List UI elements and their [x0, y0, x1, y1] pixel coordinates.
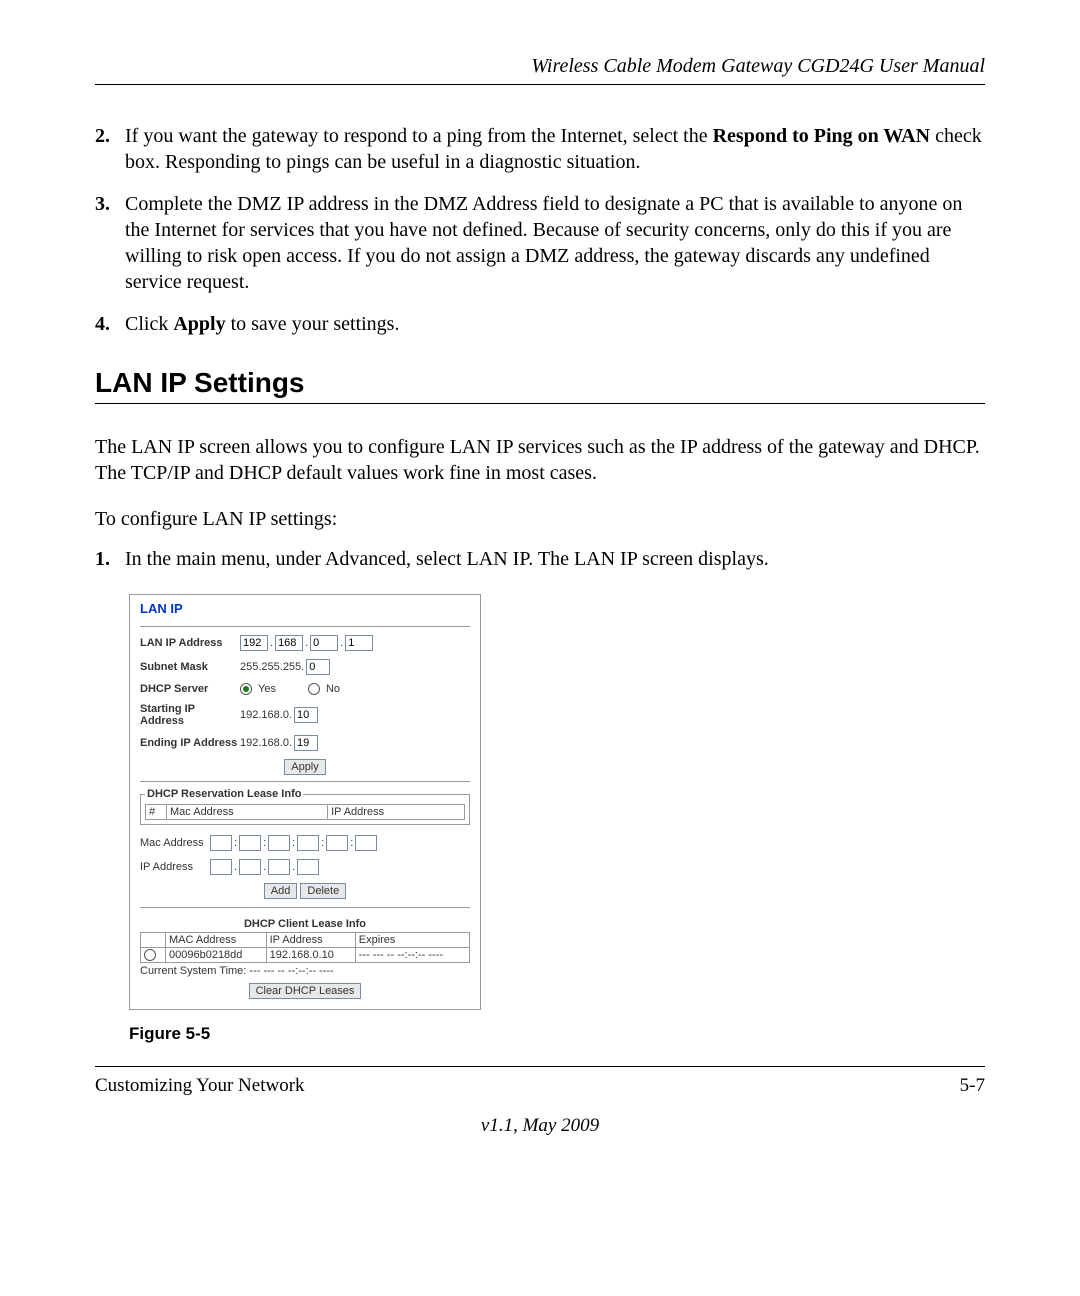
- subnet-mask-label: Subnet Mask: [140, 661, 240, 673]
- apply-button[interactable]: Apply: [284, 759, 326, 775]
- step-text: If you want the gateway to respond to a …: [125, 123, 985, 175]
- ip-octet-2[interactable]: [275, 635, 303, 651]
- ip-input[interactable]: [268, 859, 290, 875]
- table-row: 00096b0218dd 192.168.0.10 --- --- -- --:…: [141, 948, 470, 963]
- step-text: Complete the DMZ IP address in the DMZ A…: [125, 191, 985, 295]
- mask-last-input[interactable]: [306, 659, 330, 675]
- radio-yes[interactable]: [240, 683, 252, 695]
- footer-left: Customizing Your Network: [95, 1075, 305, 1097]
- radio-no[interactable]: [308, 683, 320, 695]
- reservation-table: # Mac Address IP Address: [145, 804, 465, 820]
- clear-leases-button[interactable]: Clear DHCP Leases: [249, 983, 362, 999]
- ip-input[interactable]: [239, 859, 261, 875]
- step-number: 2.: [95, 123, 125, 175]
- mac-input[interactable]: [210, 835, 232, 851]
- ip-address-label: IP Address: [140, 861, 210, 873]
- ip-input[interactable]: [297, 859, 319, 875]
- ip-octet-3[interactable]: [310, 635, 338, 651]
- mac-address-label: Mac Address: [140, 837, 210, 849]
- add-button[interactable]: Add: [264, 883, 298, 899]
- mac-input[interactable]: [268, 835, 290, 851]
- ending-ip-prefix: 192.168.0.: [240, 737, 292, 749]
- row-radio[interactable]: [144, 949, 156, 961]
- system-time: Current System Time: --- --- -- --:--:--…: [140, 965, 470, 977]
- text-segment: If you want the gateway to respond to a …: [125, 125, 713, 147]
- figure-caption: Figure 5-5: [129, 1024, 985, 1044]
- mac-input[interactable]: [326, 835, 348, 851]
- step-text: Click Apply to save your settings.: [125, 311, 985, 337]
- ip-octet-4[interactable]: [345, 635, 373, 651]
- col-ip: IP Address: [328, 805, 465, 820]
- client-lease-legend: DHCP Client Lease Info: [140, 918, 470, 930]
- col-ip: IP Address: [266, 933, 355, 948]
- col-mac: Mac Address: [167, 805, 328, 820]
- delete-button[interactable]: Delete: [300, 883, 346, 899]
- steps-list: 1. In the main menu, under Advanced, sel…: [95, 546, 985, 572]
- cell-expires: --- --- -- --:--:-- ----: [355, 948, 469, 963]
- ip-input[interactable]: [210, 859, 232, 875]
- mac-input[interactable]: [239, 835, 261, 851]
- mask-prefix: 255.255.255.: [240, 661, 304, 673]
- text-segment: to save your settings.: [226, 313, 400, 335]
- col-hash: #: [146, 805, 167, 820]
- footer-right: 5-7: [960, 1075, 985, 1097]
- step-text: In the main menu, under Advanced, select…: [125, 546, 985, 572]
- lan-ip-label: LAN IP Address: [140, 637, 240, 649]
- radio-yes-label: Yes: [258, 683, 276, 695]
- intro-paragraph: The LAN IP screen allows you to configur…: [95, 434, 985, 486]
- lan-ip-panel: LAN IP LAN IP Address . . . Subnet Mask …: [129, 594, 481, 1010]
- divider: [140, 626, 470, 627]
- radio-no-label: No: [326, 683, 340, 695]
- col-mac: MAC Address: [166, 933, 267, 948]
- bold-term: Apply: [173, 313, 225, 335]
- step-number: 3.: [95, 191, 125, 295]
- step-4: 4. Click Apply to save your settings.: [95, 311, 985, 337]
- intro-paragraph-2: To configure LAN IP settings:: [95, 506, 985, 532]
- ending-ip-label: Ending IP Address: [140, 737, 240, 749]
- mac-input[interactable]: [355, 835, 377, 851]
- bold-term: Respond to Ping on WAN: [713, 125, 930, 147]
- section-heading: LAN IP Settings: [95, 367, 985, 404]
- step-1: 1. In the main menu, under Advanced, sel…: [95, 546, 985, 572]
- dhcp-server-label: DHCP Server: [140, 683, 240, 695]
- starting-ip-label: Starting IP Address: [140, 703, 240, 727]
- page-footer: Customizing Your Network 5-7: [95, 1066, 985, 1097]
- cell-ip: 192.168.0.10: [266, 948, 355, 963]
- step-number: 1.: [95, 546, 125, 572]
- divider: [140, 907, 470, 908]
- ending-ip-input[interactable]: [294, 735, 318, 751]
- dhcp-reservation-fieldset: DHCP Reservation Lease Info # Mac Addres…: [140, 788, 470, 825]
- reservation-legend: DHCP Reservation Lease Info: [145, 788, 303, 800]
- step-2: 2. If you want the gateway to respond to…: [95, 123, 985, 175]
- cell-mac: 00096b0218dd: [166, 948, 267, 963]
- starting-ip-input[interactable]: [294, 707, 318, 723]
- col-expires: Expires: [355, 933, 469, 948]
- starting-ip-prefix: 192.168.0.: [240, 709, 292, 721]
- divider: [140, 781, 470, 782]
- ip-octet-1[interactable]: [240, 635, 268, 651]
- step-number: 4.: [95, 311, 125, 337]
- text-segment: Click: [125, 313, 173, 335]
- steps-list-top: 2. If you want the gateway to respond to…: [95, 123, 985, 337]
- mac-input[interactable]: [297, 835, 319, 851]
- document-header: Wireless Cable Modem Gateway CGD24G User…: [95, 55, 985, 85]
- col-select: [141, 933, 166, 948]
- step-3: 3. Complete the DMZ IP address in the DM…: [95, 191, 985, 295]
- client-lease-table: MAC Address IP Address Expires 00096b021…: [140, 932, 470, 963]
- version-line: v1.1, May 2009: [95, 1115, 985, 1137]
- panel-title: LAN IP: [140, 595, 470, 620]
